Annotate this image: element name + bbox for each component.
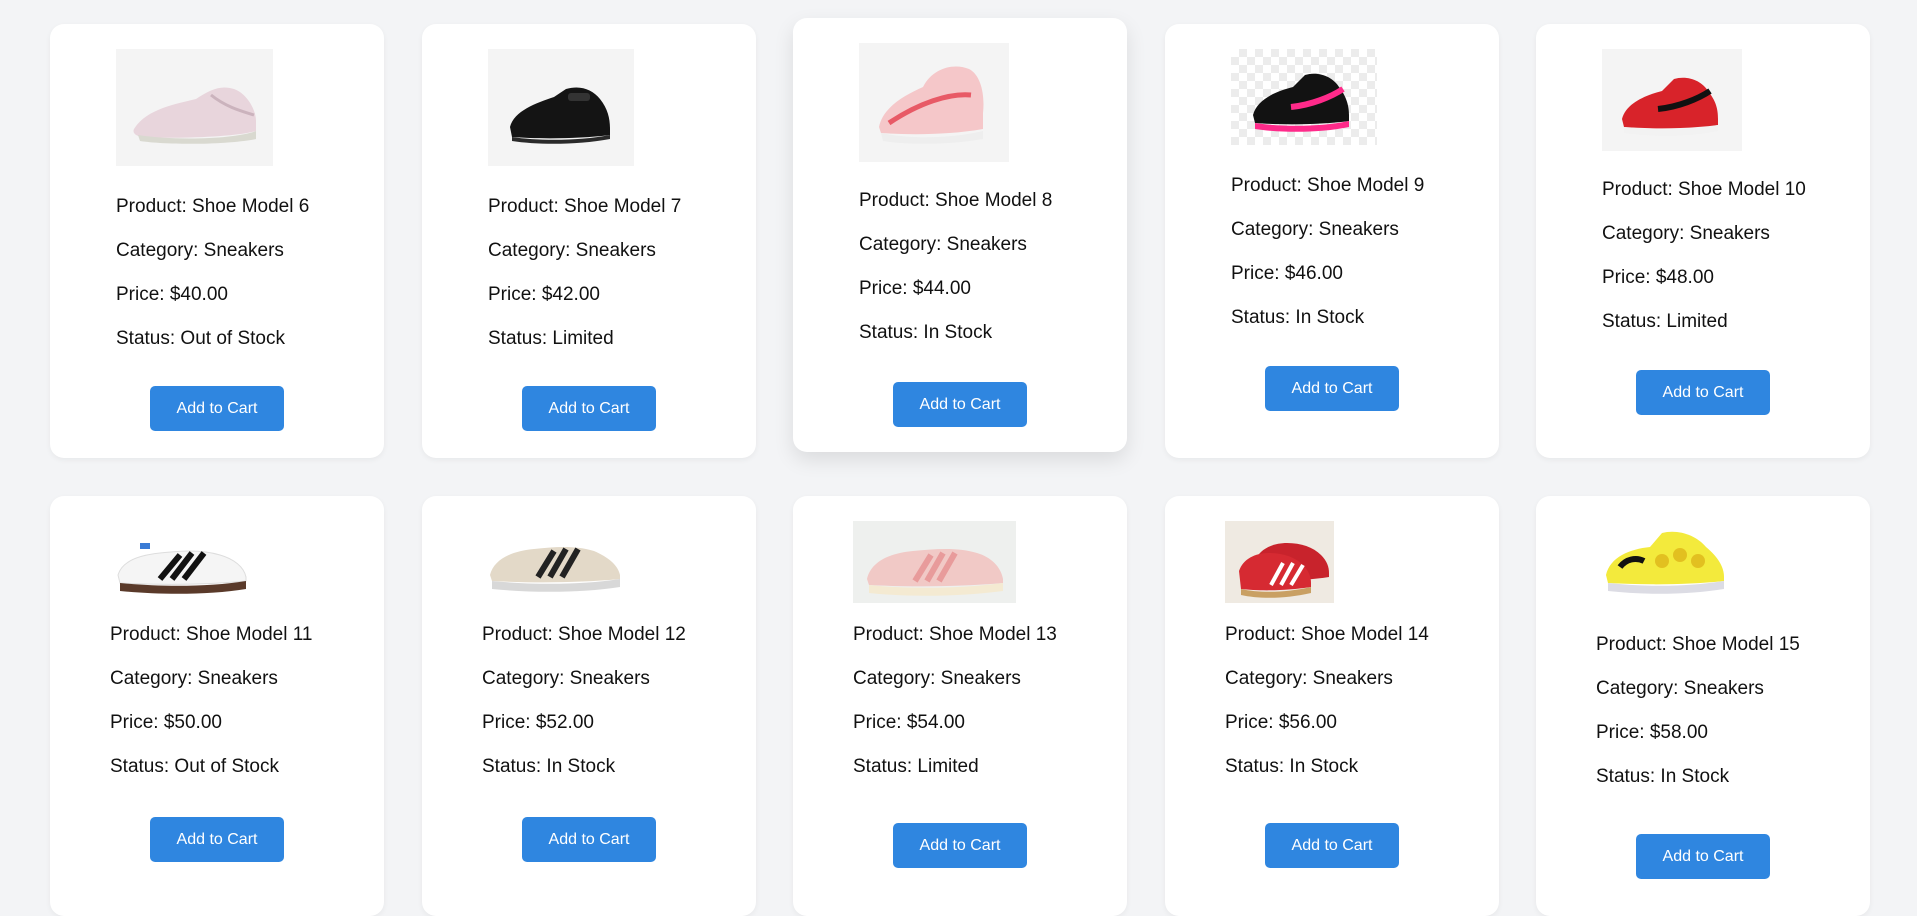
product-price: Price: $40.00	[116, 284, 228, 305]
product-card: Product: Shoe Model 7 Category: Sneakers…	[422, 24, 756, 458]
product-category: Category: Sneakers	[1231, 219, 1399, 240]
black-kids-shoe-icon	[488, 49, 634, 166]
add-to-cart-button[interactable]: Add to Cart	[522, 386, 656, 431]
add-to-cart-button[interactable]: Add to Cart	[522, 817, 656, 862]
product-status: Status: Limited	[853, 756, 979, 777]
add-to-cart-button[interactable]: Add to Cart	[1636, 370, 1770, 415]
product-category: Category: Sneakers	[1225, 668, 1393, 689]
product-name: Product: Shoe Model 13	[853, 624, 1057, 645]
product-status: Status: In Stock	[1596, 766, 1730, 787]
product-price: Price: $58.00	[1596, 722, 1708, 743]
product-price: Price: $46.00	[1231, 263, 1343, 284]
product-price: Price: $44.00	[859, 278, 971, 299]
product-name: Product: Shoe Model 7	[488, 196, 682, 217]
product-name: Product: Shoe Model 12	[482, 624, 686, 645]
product-category: Category: Sneakers	[116, 240, 284, 261]
pink-running-shoe-icon	[116, 49, 273, 166]
product-status: Status: Limited	[488, 328, 614, 349]
product-card: Product: Shoe Model 14 Category: Sneaker…	[1165, 496, 1499, 916]
product-card: Product: Shoe Model 13 Category: Sneaker…	[793, 496, 1127, 916]
product-category: Category: Sneakers	[1602, 223, 1770, 244]
product-category: Category: Sneakers	[1596, 678, 1764, 699]
product-card: Product: Shoe Model 9 Category: Sneakers…	[1165, 24, 1499, 458]
product-category: Category: Sneakers	[853, 668, 1021, 689]
product-price: Price: $52.00	[482, 712, 594, 733]
product-name: Product: Shoe Model 6	[116, 196, 310, 217]
red-three-stripe-shoe-icon	[1225, 521, 1334, 603]
product-status: Status: In Stock	[1231, 307, 1365, 328]
product-status: Status: In Stock	[1225, 756, 1359, 777]
product-price: Price: $54.00	[853, 712, 965, 733]
add-to-cart-button[interactable]: Add to Cart	[893, 382, 1027, 427]
product-name: Product: Shoe Model 14	[1225, 624, 1429, 645]
product-price: Price: $48.00	[1602, 267, 1714, 288]
product-card: Product: Shoe Model 15 Category: Sneaker…	[1536, 496, 1870, 916]
pink-slipon-shoe-icon	[859, 43, 1009, 162]
product-price: Price: $56.00	[1225, 712, 1337, 733]
product-name: Product: Shoe Model 9	[1231, 175, 1425, 196]
red-black-kids-shoe-icon	[1602, 49, 1742, 151]
product-category: Category: Sneakers	[482, 668, 650, 689]
product-category: Category: Sneakers	[488, 240, 656, 261]
product-status: Status: Out of Stock	[116, 328, 285, 349]
beige-three-stripe-shoe-icon	[482, 521, 628, 599]
add-to-cart-button[interactable]: Add to Cart	[893, 823, 1027, 868]
add-to-cart-button[interactable]: Add to Cart	[1265, 366, 1399, 411]
product-status: Status: Limited	[1602, 311, 1728, 332]
product-category: Category: Sneakers	[859, 234, 1027, 255]
product-card: Product: Shoe Model 11 Category: Sneaker…	[50, 496, 384, 916]
add-to-cart-button[interactable]: Add to Cart	[1636, 834, 1770, 879]
product-price: Price: $42.00	[488, 284, 600, 305]
add-to-cart-button[interactable]: Add to Cart	[1265, 823, 1399, 868]
product-name: Product: Shoe Model 10	[1602, 179, 1806, 200]
product-status: Status: Out of Stock	[110, 756, 279, 777]
pink-suede-shoe-icon	[853, 521, 1016, 603]
product-category: Category: Sneakers	[110, 668, 278, 689]
black-pink-kids-shoe-icon	[1231, 49, 1377, 145]
yellow-smiley-kids-shoe-icon	[1596, 521, 1742, 603]
product-card: Product: Shoe Model 6 Category: Sneakers…	[50, 24, 384, 458]
product-name: Product: Shoe Model 15	[1596, 634, 1800, 655]
product-name: Product: Shoe Model 11	[110, 624, 313, 645]
add-to-cart-button[interactable]: Add to Cart	[150, 386, 284, 431]
add-to-cart-button[interactable]: Add to Cart	[150, 817, 284, 862]
white-three-stripe-shoe-icon	[110, 521, 256, 599]
product-card: Product: Shoe Model 8 Category: Sneakers…	[793, 18, 1127, 452]
product-name: Product: Shoe Model 8	[859, 190, 1053, 211]
product-status: Status: In Stock	[859, 322, 993, 343]
product-price: Price: $50.00	[110, 712, 222, 733]
product-card: Product: Shoe Model 12 Category: Sneaker…	[422, 496, 756, 916]
product-status: Status: In Stock	[482, 756, 616, 777]
product-card: Product: Shoe Model 10 Category: Sneaker…	[1536, 24, 1870, 458]
